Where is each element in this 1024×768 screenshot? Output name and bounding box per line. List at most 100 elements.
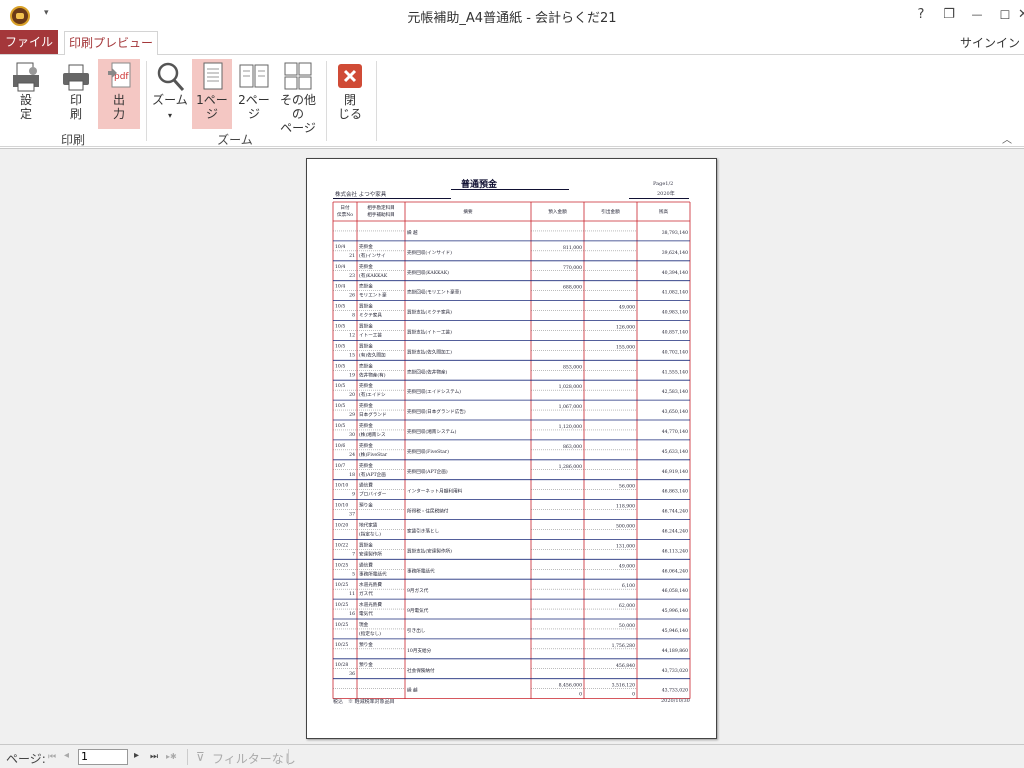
tab-file[interactable]: ファイル <box>0 30 58 54</box>
ribbon: 設 定 印 刷 pdf 出 力 印刷 ズーム ▾ 1ペー ジ 2ペー ジ その他… <box>0 54 1024 147</box>
account-cell: 預り金 <box>359 502 373 509</box>
close-window-button[interactable]: ✕ <box>1018 4 1024 26</box>
group-label-zoom: ズーム <box>217 133 253 147</box>
last-page-icon[interactable]: ⏭ <box>150 752 158 762</box>
deposit-cell: 0 <box>579 692 582 698</box>
help-button[interactable]: ? <box>910 4 932 26</box>
balance-cell: 46,113,240 <box>662 548 688 554</box>
account-cell: 売掛金 <box>359 362 373 369</box>
withdrawal-cell: 155,000 <box>616 344 635 350</box>
memo-cell: 買掛支払(佐久間加工) <box>407 348 452 355</box>
memo-cell: 事務所電話代 <box>407 567 435 574</box>
withdrawal-cell: 56,000 <box>619 484 635 490</box>
next-page-icon[interactable]: ▸ <box>134 750 139 761</box>
header-cell: 相手勘定科目 <box>367 204 395 211</box>
balance-cell: 40,702,140 <box>662 349 688 355</box>
preview-workspace[interactable]: 普通預金 Page1/2 株式会社 よつや家具 2020年 日付 伝票No 相手勘定… <box>0 148 1024 744</box>
account-cell: 売掛金 <box>359 283 373 290</box>
date-cell: 10/10 <box>335 483 348 489</box>
deposit-cell: 1,067,000 <box>559 404 582 410</box>
voucher-cell: 26 <box>349 293 355 299</box>
page-setup-icon <box>11 61 41 93</box>
print-label: 印 刷 <box>69 93 82 121</box>
account-cell: 地代家賃 <box>359 522 378 529</box>
memo-cell: 売掛回収(佐井物産) <box>407 368 448 375</box>
memo-cell: 繰 越 <box>407 687 418 694</box>
date-cell: 10/25 <box>335 622 348 628</box>
sub-account-cell: (株)湘南シス <box>359 431 386 438</box>
account-cell: 通信費 <box>359 561 373 568</box>
date-cell: 10/20 <box>335 523 348 529</box>
account-cell: 水道光熱費 <box>359 581 382 588</box>
setup-label: 設 定 <box>19 93 32 121</box>
balance-cell: 46,244,240 <box>662 529 688 535</box>
voucher-cell: 30 <box>349 432 355 438</box>
sub-account-cell: 電気代 <box>359 610 373 617</box>
balance-cell: 38,793,140 <box>662 230 688 236</box>
first-page-icon[interactable]: ⏮ <box>48 752 56 762</box>
tab-print-preview[interactable]: 印刷プレビュー <box>64 31 158 55</box>
sub-account-cell: イトー工芸 <box>359 332 382 339</box>
report-page: 普通預金 Page1/2 株式会社 よつや家具 2020年 日付 伝票No 相手勘定… <box>306 158 717 739</box>
filter-status[interactable]: フィルターなし <box>212 750 296 767</box>
new-record-icon[interactable]: ▸✱ <box>166 752 177 761</box>
two-page-button[interactable]: 2ペー ジ <box>234 59 274 129</box>
date-cell: 10/25 <box>335 642 348 648</box>
maximize-button[interactable]: ☐ <box>994 4 1016 26</box>
one-page-button[interactable]: 1ペー ジ <box>192 59 232 129</box>
signin-link[interactable]: サインイン <box>960 34 1020 51</box>
withdrawal-cell: 126,000 <box>616 325 635 331</box>
date-cell: 10/7 <box>335 463 345 469</box>
more-pages-button[interactable]: その他の ページ <box>276 59 320 135</box>
date-cell: 10/5 <box>335 423 345 429</box>
zoom-label: ズーム <box>152 93 188 107</box>
balance-cell: 43,733,020 <box>662 688 688 694</box>
group-separator <box>376 61 377 141</box>
balance-cell: 40,394,140 <box>662 270 688 276</box>
deposit-cell: 1,286,000 <box>559 464 582 470</box>
date-cell: 10/5 <box>335 304 345 310</box>
ribbon-display-button[interactable]: ❐ <box>938 4 960 26</box>
sub-account-cell: (指定なし) <box>359 531 381 538</box>
zoom-dropdown-icon: ▾ <box>167 111 172 120</box>
sub-account-cell: (株)FiveStar <box>359 451 388 458</box>
minimize-button[interactable]: — <box>966 4 988 26</box>
balance-cell: 44,189,860 <box>662 648 688 654</box>
date-cell: 10/28 <box>335 662 348 668</box>
print-button[interactable]: 印 刷 <box>56 59 96 129</box>
voucher-cell: 18 <box>349 472 355 478</box>
deposit-cell: 688,000 <box>563 285 582 291</box>
withdrawal-cell: 1,756,280 <box>612 643 635 649</box>
output-label: 出 力 <box>112 93 125 121</box>
voucher-cell: 5 <box>352 571 355 577</box>
deposit-cell: 863,000 <box>563 444 582 450</box>
page-number-input[interactable]: 1 <box>78 749 128 765</box>
balance-cell: 45,633,140 <box>662 449 688 455</box>
memo-cell: 売掛回収(KAKKAK) <box>407 269 449 276</box>
date-cell: 10/5 <box>335 343 345 349</box>
date-cell: 10/25 <box>335 562 348 568</box>
collapse-ribbon-icon[interactable]: ︿ <box>1002 131 1012 146</box>
footer-note: 税込 ※ 軽減税率対象品目 <box>333 699 395 705</box>
output-pdf-button[interactable]: pdf 出 力 <box>98 59 140 129</box>
header-cell: 残高 <box>659 208 669 215</box>
sub-account-cell: 事務所電話代 <box>359 570 387 577</box>
window-title: 元帳補助_A4普通紙 - 会計らくだ21 <box>407 11 617 26</box>
ribbon-tabs: ファイル 印刷プレビュー サインイン <box>0 30 1024 55</box>
voucher-cell: 21 <box>349 253 355 259</box>
close-label: 閉 じる <box>337 93 362 121</box>
memo-cell: 買掛支払(安達製作所) <box>407 547 452 554</box>
voucher-cell: 16 <box>349 611 355 617</box>
voucher-cell: 11 <box>349 591 355 597</box>
setup-button[interactable]: 設 定 <box>6 59 46 129</box>
withdrawal-cell: 50,000 <box>619 623 635 629</box>
memo-cell: 売掛回収(湘南システム) <box>407 428 457 435</box>
deposit-cell: 770,000 <box>563 265 582 271</box>
deposit-cell: 811,000 <box>563 245 582 251</box>
withdrawal-cell: 456,840 <box>616 663 635 669</box>
close-preview-button[interactable]: 閉 じる <box>332 59 368 129</box>
prev-page-icon[interactable]: ◂ <box>64 750 69 761</box>
zoom-button[interactable]: ズーム ▾ <box>150 59 190 129</box>
sub-account-cell: (有)インサイ <box>359 252 386 259</box>
account-cell: 売掛金 <box>359 462 373 469</box>
